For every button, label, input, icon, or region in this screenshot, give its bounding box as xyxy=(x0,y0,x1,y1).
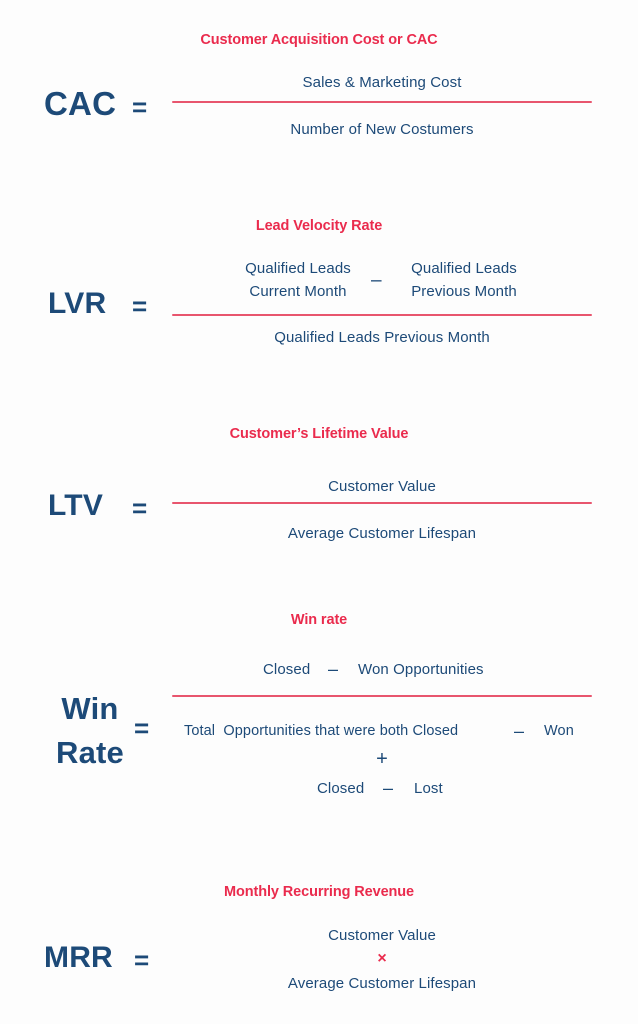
formula-mrr: Monthly Recurring Revenue MRR = Customer… xyxy=(0,860,638,1024)
formula-cac-numerator: Sales & Marketing Cost xyxy=(302,74,462,91)
formula-lvr-numerator-operator: – xyxy=(371,270,382,291)
formula-win-rate-equals: = xyxy=(134,713,150,743)
formula-lvr-fraction-bar xyxy=(172,314,592,316)
formula-cac-equals: = xyxy=(132,92,148,122)
formula-win-rate-abbr: Win Rate xyxy=(56,691,124,771)
formula-win-rate-denominator-line3-left: Closed xyxy=(317,780,365,797)
formula-win-rate-denominator-operator: + xyxy=(376,748,388,770)
formula-cac-denominator: Number of New Costumers xyxy=(290,121,474,138)
formula-win-rate-numerator-right: Won Opportunities xyxy=(358,661,484,678)
formula-win-rate-denominator-line3-operator: – xyxy=(383,778,394,798)
formula-cac-heading: Customer Acquisition Cost or CAC xyxy=(200,32,438,48)
formula-ltv-heading: Customer’s Lifetime Value xyxy=(229,426,409,442)
formula-win-rate-denominator-line1-tail: Won xyxy=(544,723,574,739)
formula-mrr-denominator: Average Customer Lifespan xyxy=(287,975,477,992)
formula-lvr-equals: = xyxy=(132,291,148,321)
formula-win-rate-denominator-line1-operator: – xyxy=(514,721,525,741)
formula-mrr-operator: × xyxy=(377,950,387,967)
formula-cac: Customer Acquisition Cost or CAC CAC = S… xyxy=(0,0,638,190)
formula-ltv-fraction-bar xyxy=(172,502,592,504)
formula-win-rate-fraction-bar xyxy=(172,695,592,697)
formula-lvr-denominator: Qualified Leads Previous Month xyxy=(274,329,490,346)
formula-mrr-numerator: Customer Value xyxy=(328,927,436,944)
formula-win-rate-denominator-line1: Total Opportunities that were both Close… xyxy=(184,723,459,739)
formula-lvr-heading: Lead Velocity Rate xyxy=(255,218,383,234)
formula-ltv: Customer’s Lifetime Value LTV = Customer… xyxy=(0,410,638,580)
formula-win-rate: Win rate Win Rate = Closed – Won Opportu… xyxy=(0,600,638,830)
formula-mrr-heading: Monthly Recurring Revenue xyxy=(223,884,415,900)
formula-cac-fraction-bar xyxy=(172,101,592,103)
formula-lvr-numerator-right: Qualified Leads Previous Month xyxy=(411,260,517,300)
formula-ltv-numerator: Customer Value xyxy=(328,478,436,495)
formula-lvr: Lead Velocity Rate LVR = Qualified Leads… xyxy=(0,190,638,380)
formula-win-rate-denominator-line3-right: Lost xyxy=(414,780,443,797)
formula-win-rate-numerator-left: Closed xyxy=(263,661,311,678)
formula-ltv-equals: = xyxy=(132,493,148,523)
formula-win-rate-numerator-operator: – xyxy=(328,659,339,679)
formula-win-rate-heading: Win rate xyxy=(290,612,348,628)
formula-lvr-numerator-left: Qualified Leads Current Month xyxy=(245,260,351,300)
formula-ltv-denominator: Average Customer Lifespan xyxy=(287,525,477,542)
